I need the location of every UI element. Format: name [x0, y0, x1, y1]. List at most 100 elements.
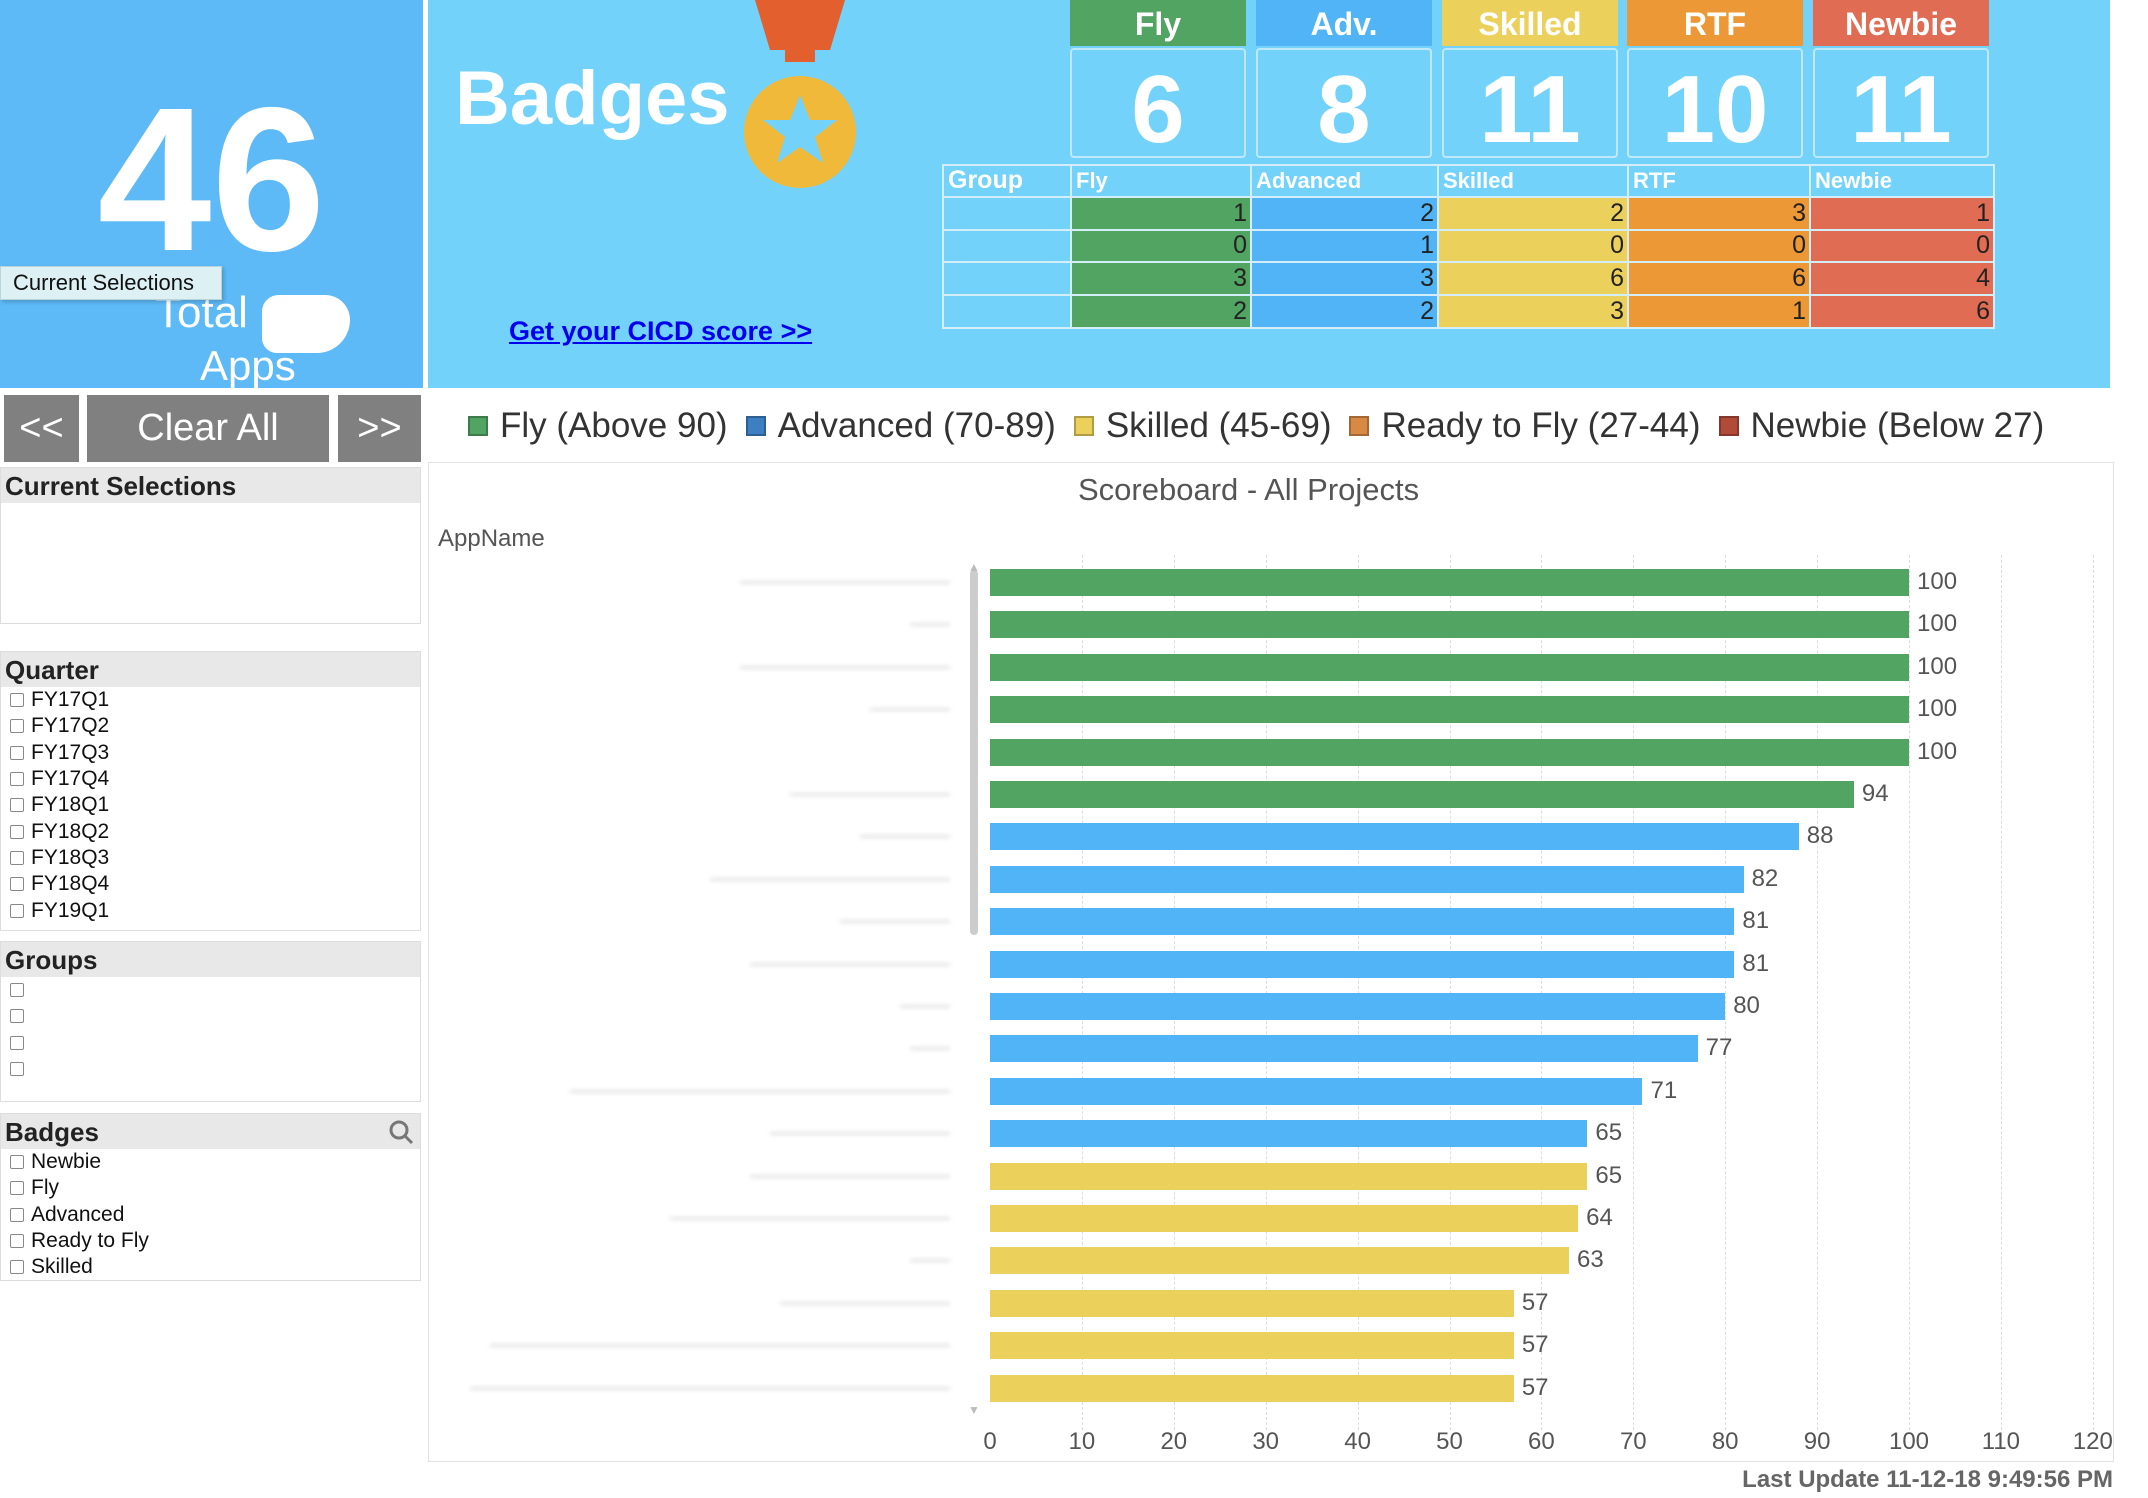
- clear-all-button[interactable]: Clear All: [87, 395, 329, 462]
- table-cell: 1: [1250, 228, 1439, 264]
- legend-label: Skilled (45-69): [1105, 406, 1332, 445]
- legend-item[interactable]: Fly (Above 90): [468, 406, 728, 446]
- quarter-header: Quarter: [1, 652, 420, 687]
- checkbox[interactable]: [10, 903, 24, 918]
- filter-item[interactable]: [1, 1003, 420, 1029]
- filter-item-label: FY17Q3: [31, 740, 110, 764]
- checkbox[interactable]: [10, 719, 24, 734]
- filter-item[interactable]: FY18Q1: [1, 792, 420, 818]
- checkbox[interactable]: [10, 1234, 24, 1249]
- bar-value-label: 81: [1742, 949, 1770, 977]
- group-cell-redacted: [942, 294, 1072, 329]
- bar[interactable]: [990, 1205, 1579, 1232]
- bar-value-label: 64: [1586, 1204, 1613, 1231]
- bar[interactable]: [990, 1332, 1514, 1360]
- filter-item-label: Skilled: [31, 1255, 93, 1279]
- checkbox[interactable]: [10, 1260, 24, 1275]
- obscured-app-name: [790, 793, 950, 796]
- table-row: 01000: [942, 228, 1995, 264]
- badge-group-table: Group Fly Advanced Skilled RTF Newbie 1223101…: [942, 164, 1995, 329]
- checkbox[interactable]: [10, 745, 24, 760]
- bar[interactable]: [990, 1077, 1643, 1105]
- bar[interactable]: [990, 653, 1909, 681]
- checkbox[interactable]: [10, 983, 24, 998]
- x-tick-label: 60: [1528, 1428, 1555, 1455]
- medal-icon: [744, 0, 856, 188]
- search-icon[interactable]: [388, 1119, 414, 1145]
- legend-item[interactable]: Advanced (70-89): [745, 406, 1056, 446]
- filter-item-label: Fly: [31, 1176, 59, 1200]
- cicd-score-link[interactable]: Get your CICD score >>: [509, 316, 812, 347]
- checkbox[interactable]: [10, 693, 24, 708]
- checkbox[interactable]: [10, 798, 24, 813]
- bar-value-label: 81: [1742, 907, 1770, 935]
- scroll-up-icon[interactable]: ▲: [968, 560, 980, 574]
- badge-card-label: Fly: [1070, 0, 1246, 46]
- filter-item[interactable]: FY18Q4: [1, 871, 420, 897]
- badge-card-count: 11: [1442, 48, 1618, 163]
- prev-button[interactable]: <<: [4, 395, 79, 462]
- bar[interactable]: [990, 1120, 1588, 1148]
- bar[interactable]: [990, 1374, 1514, 1402]
- checkbox[interactable]: [10, 1155, 24, 1170]
- bar[interactable]: [990, 1035, 1698, 1063]
- filter-item[interactable]: Advanced: [1, 1202, 420, 1228]
- filter-item[interactable]: [1, 1056, 420, 1082]
- filter-item[interactable]: FY17Q2: [1, 713, 420, 739]
- bar[interactable]: [990, 1289, 1514, 1317]
- x-tick-label: 20: [1160, 1428, 1188, 1455]
- scroll-down-icon[interactable]: ▼: [968, 1403, 980, 1417]
- bar[interactable]: [990, 823, 1799, 851]
- bar[interactable]: [990, 950, 1735, 978]
- checkbox[interactable]: [10, 877, 24, 892]
- filter-item[interactable]: [1, 977, 420, 1003]
- filter-item[interactable]: Skilled: [1, 1254, 420, 1280]
- x-tick-label: 40: [1344, 1428, 1371, 1455]
- next-button[interactable]: >>: [338, 395, 421, 462]
- bar[interactable]: [990, 1247, 1569, 1275]
- filter-item[interactable]: FY17Q1: [1, 687, 420, 713]
- filter-item[interactable]: Newbie: [1, 1149, 420, 1175]
- checkbox[interactable]: [10, 1062, 24, 1077]
- filter-item[interactable]: [1, 1030, 420, 1056]
- checkbox[interactable]: [10, 850, 24, 865]
- bar[interactable]: [990, 993, 1726, 1020]
- legend-item[interactable]: Newbie (Below 27): [1718, 406, 2044, 446]
- bar[interactable]: [990, 696, 1909, 724]
- legend-item[interactable]: Skilled (45-69): [1073, 406, 1332, 446]
- badges-filter: Badges Newbie Fly Advanced Ready to Fly Skil…: [0, 1113, 421, 1281]
- gridline: [1909, 555, 1910, 1430]
- checkbox[interactable]: [10, 1035, 24, 1050]
- obscured-app-name: [870, 708, 950, 712]
- checkbox[interactable]: [10, 772, 24, 787]
- x-tick-label: 50: [1436, 1428, 1463, 1455]
- bar-value-label: 100: [1917, 568, 1958, 595]
- bar[interactable]: [990, 1162, 1588, 1190]
- checkbox[interactable]: [10, 1207, 24, 1222]
- legend-item[interactable]: Ready to Fly (27-44): [1349, 406, 1701, 446]
- filter-item[interactable]: Ready to Fly: [1, 1228, 420, 1254]
- table-cell: 2: [1437, 195, 1629, 231]
- filter-item[interactable]: FY17Q3: [1, 740, 420, 766]
- checkbox[interactable]: [10, 1181, 24, 1196]
- bar[interactable]: [990, 738, 1909, 766]
- filter-item[interactable]: FY17Q4: [1, 766, 420, 792]
- filter-item[interactable]: Fly: [1, 1175, 420, 1201]
- chart-scrollbar[interactable]: [970, 570, 978, 935]
- bar[interactable]: [990, 611, 1909, 639]
- bar[interactable]: [990, 569, 1909, 596]
- group-cell-redacted: [942, 228, 1072, 264]
- filter-item[interactable]: FY18Q3: [1, 845, 420, 871]
- obscured-app-name: [740, 581, 950, 584]
- filter-item[interactable]: FY18Q2: [1, 818, 420, 844]
- bar[interactable]: [990, 781, 1854, 808]
- checkbox[interactable]: [10, 1009, 24, 1024]
- checkbox[interactable]: [10, 824, 24, 839]
- bar-value-label: 63: [1576, 1246, 1604, 1274]
- bar[interactable]: [990, 908, 1735, 936]
- table-header: Skilled: [1437, 164, 1629, 198]
- bar[interactable]: [990, 865, 1744, 893]
- obscured-app-name: [900, 1005, 950, 1008]
- table-cell: 3: [1250, 261, 1439, 297]
- filter-item[interactable]: FY19Q1: [1, 897, 420, 923]
